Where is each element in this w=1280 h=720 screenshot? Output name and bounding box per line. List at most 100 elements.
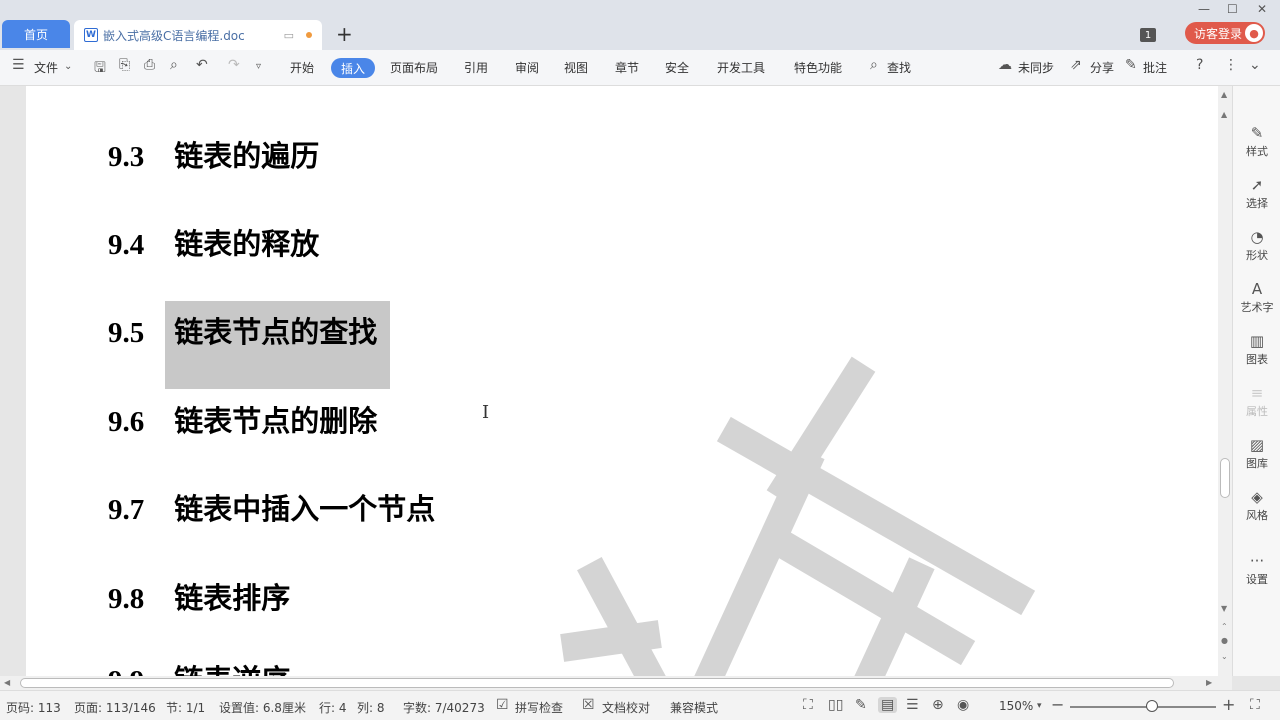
proofread-button[interactable]: 文档校对 — [602, 699, 650, 716]
fit-page-icon[interactable]: ⛶ — [1250, 697, 1260, 713]
fullscreen-icon[interactable]: ⛶ — [803, 697, 813, 713]
heading-9-7[interactable]: 9.7 链表中插入一个节点 — [108, 491, 435, 528]
format-painter-icon[interactable]: ⎘ — [119, 57, 130, 73]
side-shapes[interactable]: ◔ 形状 — [1233, 228, 1280, 263]
spellcheck-icon[interactable]: ☑ — [496, 697, 509, 713]
menu-references[interactable]: 引用 — [464, 59, 488, 76]
menu-review[interactable]: 审阅 — [515, 59, 539, 76]
menu-special-features[interactable]: 特色功能 — [794, 59, 842, 76]
status-row[interactable]: 行: 4 — [319, 699, 347, 716]
menu-find[interactable]: 查找 — [887, 59, 911, 76]
heading-9-3[interactable]: 9.3 链表的遍历 — [108, 138, 319, 175]
heading-number: 9.4 — [108, 229, 145, 261]
web-view-icon[interactable]: ⊕ — [932, 697, 944, 713]
share-icon[interactable]: ⇗ — [1070, 57, 1082, 73]
wordart-icon: A — [1251, 280, 1263, 298]
redo-icon[interactable]: ↷ — [228, 57, 240, 73]
side-style-theme[interactable]: ◈ 风格 — [1233, 488, 1280, 523]
window-count-badge[interactable]: 1 — [1140, 28, 1156, 42]
search-icon[interactable]: ⌕ — [870, 57, 878, 73]
minimize-icon[interactable]: — — [1198, 2, 1210, 16]
page-view-icon[interactable]: ▤ — [878, 697, 898, 713]
side-wordart[interactable]: A 艺术字 — [1233, 280, 1280, 315]
outline-view-icon[interactable]: ☰ — [906, 697, 919, 713]
chevron-down-icon[interactable]: ⌄ — [64, 61, 72, 72]
status-page-number[interactable]: 页码: 113 — [6, 699, 61, 716]
horizontal-scroll-thumb[interactable] — [20, 678, 1174, 688]
comment-button[interactable]: 批注 — [1143, 59, 1167, 76]
close-icon[interactable]: ✕ — [1257, 2, 1267, 16]
new-tab-button[interactable]: + — [336, 24, 353, 44]
heading-text: 链表中插入一个节点 — [174, 492, 436, 526]
document-workspace[interactable]: 9.3 链表的遍历 9.4 链表的释放 9.5 链表节点的查找 9.6 链表节点… — [0, 86, 1218, 676]
tab-document[interactable]: W 嵌入式高级C语言编程.doc ▭ — [74, 20, 322, 50]
print-icon[interactable]: ⎙ — [144, 57, 155, 73]
menu-insert[interactable]: 插入 — [331, 58, 375, 78]
menu-security[interactable]: 安全 — [665, 59, 689, 76]
horizontal-scrollbar[interactable]: ◀ ▶ — [0, 676, 1232, 690]
tab-home[interactable]: 首页 — [2, 20, 70, 48]
help-icon[interactable]: ? — [1196, 57, 1203, 73]
zoom-in-icon[interactable]: + — [1222, 695, 1235, 714]
status-pages[interactable]: 页面: 113/146 — [74, 699, 156, 716]
prev-page-icon[interactable]: ⌃ — [1221, 622, 1228, 631]
scroll-right-arrow-icon[interactable]: ▶ — [1206, 678, 1212, 687]
scroll-down-arrow-icon[interactable]: ▼ — [1221, 604, 1227, 613]
status-section[interactable]: 节: 1/1 — [166, 699, 205, 716]
side-styles[interactable]: ✎ 样式 — [1233, 124, 1280, 159]
vertical-scroll-thumb[interactable] — [1220, 458, 1230, 498]
next-page-icon[interactable]: ⌄ — [1221, 652, 1228, 661]
zoom-dropdown-icon[interactable]: ▾ — [1037, 701, 1042, 711]
save-icon[interactable]: 🖫 — [94, 57, 106, 81]
sync-status[interactable]: 未同步 — [1018, 59, 1054, 76]
side-properties[interactable]: ≡ 属性 — [1233, 384, 1280, 419]
guest-login-button[interactable]: 访客登录 ● — [1185, 22, 1265, 44]
menu-developer-tools[interactable]: 开发工具 — [717, 59, 765, 76]
comment-icon[interactable]: ✎ — [1125, 57, 1137, 73]
scroll-up-small-icon[interactable]: ▲ — [1221, 110, 1227, 119]
scroll-up-arrow-icon[interactable]: ▲ — [1221, 90, 1227, 99]
zoom-out-icon[interactable]: − — [1051, 695, 1064, 714]
undo-icon[interactable]: ↶ — [196, 57, 208, 73]
share-button[interactable]: 分享 — [1090, 59, 1114, 76]
heading-9-4[interactable]: 9.4 链表的释放 — [108, 226, 319, 263]
select-browse-object-icon[interactable]: ● — [1221, 636, 1228, 645]
menu-view[interactable]: 视图 — [564, 59, 588, 76]
status-setting-value[interactable]: 设置值: 6.8厘米 — [219, 699, 306, 716]
maximize-icon[interactable]: ☐ — [1227, 2, 1238, 16]
vertical-scrollbar[interactable]: ▲ ▲ ▼ ⌃ ● ⌄ — [1218, 86, 1232, 676]
heading-number: 9.8 — [108, 583, 145, 615]
side-style-theme-label: 风格 — [1246, 509, 1268, 522]
monitor-icon[interactable]: ▭ — [284, 29, 294, 42]
side-select[interactable]: ➚ 选择 — [1233, 176, 1280, 211]
menu-chapter[interactable]: 章节 — [615, 59, 639, 76]
spellcheck-button[interactable]: 拼写检查 — [515, 699, 563, 716]
heading-9-6[interactable]: 9.6 链表节点的删除 — [108, 403, 377, 440]
menu-start[interactable]: 开始 — [290, 59, 314, 76]
status-word-count[interactable]: 字数: 7/40273 — [403, 699, 485, 716]
zoom-slider-handle[interactable] — [1146, 700, 1158, 712]
zoom-level[interactable]: 150% — [999, 699, 1033, 713]
more-icon[interactable]: ⋮ — [1224, 57, 1238, 73]
heading-9-9[interactable]: 9.9 链表逆序 — [108, 662, 290, 676]
file-menu[interactable]: 文件 — [34, 59, 58, 76]
side-chart[interactable]: ▥ 图表 — [1233, 332, 1280, 367]
print-preview-icon[interactable]: ⌕ — [170, 57, 178, 73]
zoom-slider-track[interactable] — [1070, 706, 1216, 708]
side-gallery[interactable]: ▨ 图库 — [1233, 436, 1280, 471]
proofread-icon[interactable]: ☒ — [582, 697, 595, 713]
heading-9-5[interactable]: 9.5 链表节点的查找 — [108, 314, 377, 351]
status-column[interactable]: 列: 8 — [357, 699, 385, 716]
collapse-ribbon-icon[interactable]: ⌄ — [1249, 57, 1261, 73]
quick-access-dropdown-icon[interactable]: ▿ — [256, 61, 261, 72]
edit-mode-icon[interactable]: ✎ — [855, 697, 867, 713]
side-settings[interactable]: ··· 设置 — [1233, 552, 1280, 587]
heading-9-8[interactable]: 9.8 链表排序 — [108, 580, 290, 617]
scroll-left-arrow-icon[interactable]: ◀ — [4, 678, 10, 687]
sync-icon[interactable]: ☁ — [998, 57, 1012, 73]
hamburger-menu-icon[interactable]: ☰ — [12, 57, 25, 73]
eye-protection-icon[interactable]: ◉ — [957, 697, 969, 713]
reading-mode-icon[interactable]: ▯▯ — [828, 697, 843, 713]
menu-page-layout[interactable]: 页面布局 — [390, 59, 438, 76]
document-page[interactable]: 9.3 链表的遍历 9.4 链表的释放 9.5 链表节点的查找 9.6 链表节点… — [26, 86, 1218, 676]
